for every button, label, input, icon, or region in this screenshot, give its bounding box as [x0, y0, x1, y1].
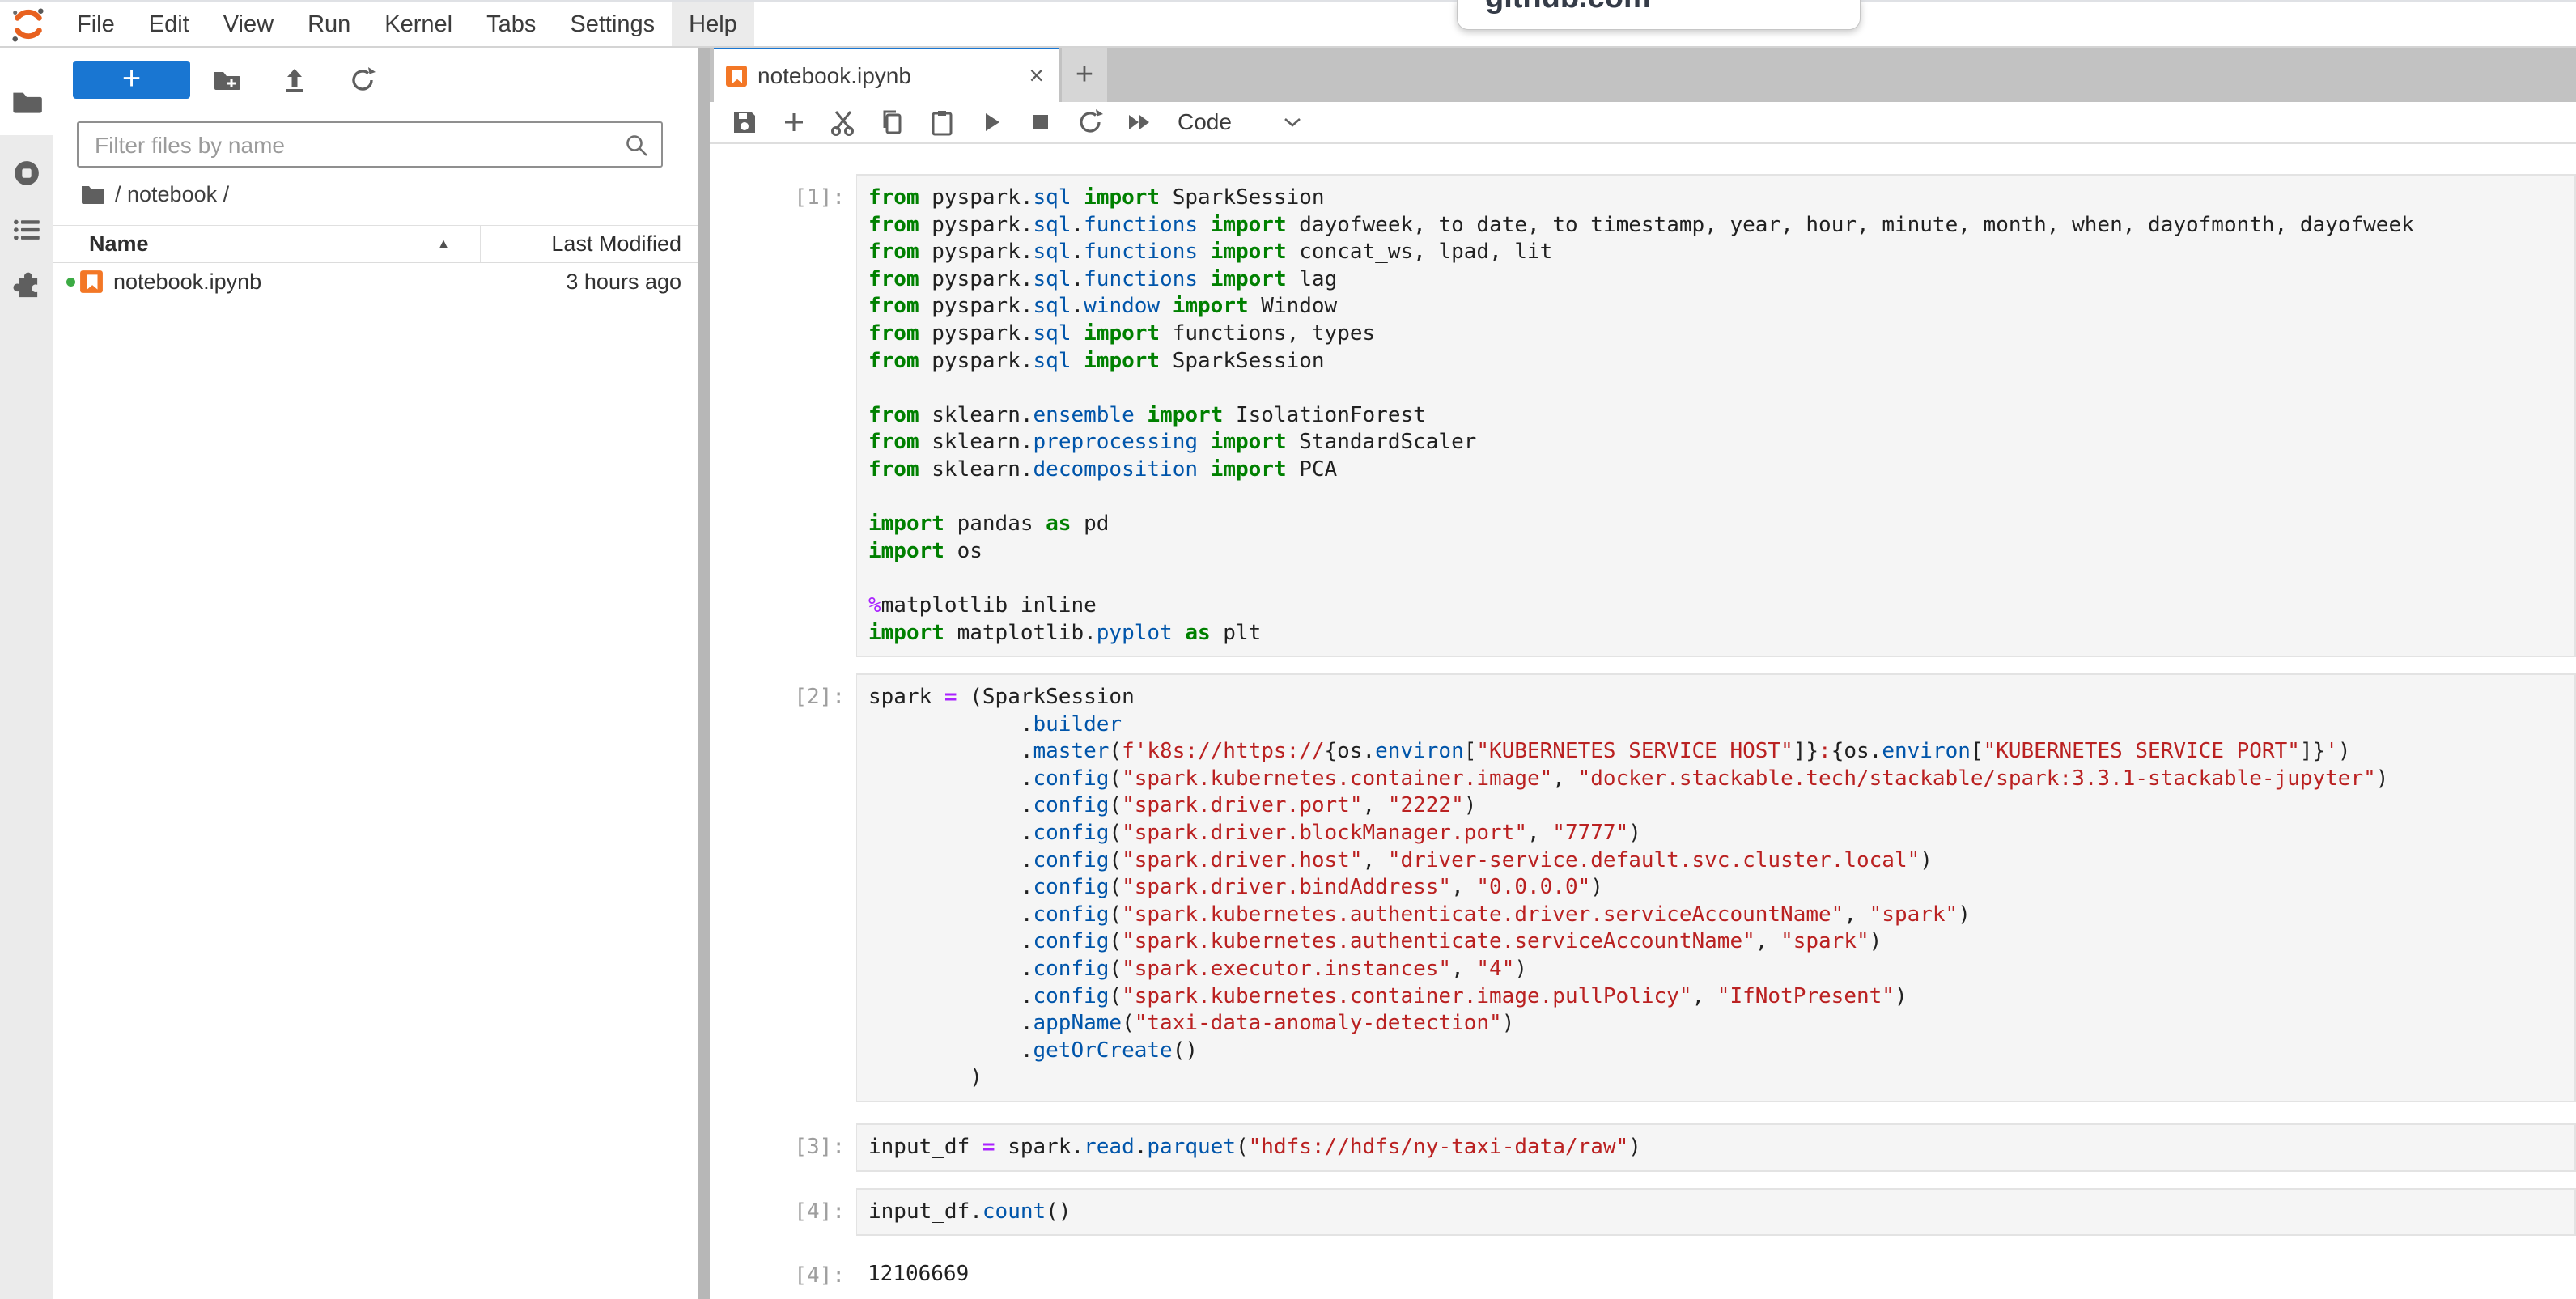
menu-view[interactable]: View [206, 2, 291, 46]
output-prompt: [4]: [710, 1252, 856, 1297]
run-cell-button[interactable] [978, 108, 1005, 136]
fast-forward-icon [1126, 108, 1153, 136]
cell-list: [1]:from pyspark.sql import SparkSession… [710, 174, 2576, 1297]
scissors-icon [830, 108, 857, 136]
paste-icon [928, 108, 956, 136]
code-cell: [2]:spark = (SparkSession .builder .mast… [710, 673, 2576, 1102]
refresh-button[interactable] [348, 66, 377, 95]
cell-editor[interactable]: spark = (SparkSession .builder .master(f… [856, 673, 2576, 1102]
filter-box [77, 121, 663, 168]
sidebar-tab-filebrowser[interactable] [0, 46, 53, 135]
add-cell-button[interactable] [780, 108, 808, 136]
cell-output: 12106669 [856, 1252, 2576, 1297]
file-modified: 3 hours ago [566, 270, 681, 295]
file-row[interactable]: notebook.ipynb 3 hours ago [53, 263, 698, 300]
upload-icon [280, 66, 309, 95]
menu-tabs[interactable]: Tabs [469, 2, 553, 46]
cell-type-value: Code [1178, 109, 1232, 135]
menu-edit[interactable]: Edit [132, 2, 206, 46]
notebook-content: [1]:from pyspark.sql import SparkSession… [710, 144, 2576, 1299]
breadcrumb[interactable]: / notebook / [81, 178, 229, 210]
interrupt-kernel-button[interactable] [1027, 108, 1055, 136]
sort-ascending-icon: ▲ [436, 236, 451, 253]
column-header-modified[interactable]: Last Modified [481, 226, 698, 262]
browser-popup: github.com [1457, 0, 1861, 30]
cell-editor[interactable]: from pyspark.sql import SparkSessionfrom… [856, 174, 2576, 657]
cell-type-dropdown[interactable]: Code [1178, 109, 1303, 135]
cell-editor[interactable]: input_df.count() [856, 1188, 2576, 1237]
file-browser-panel: + [53, 46, 698, 1299]
running-kernels-icon[interactable] [10, 156, 44, 190]
popup-domain-text: github.com [1485, 0, 1860, 15]
menu-kernel[interactable]: Kernel [367, 2, 469, 46]
restart-run-all-button[interactable] [1126, 108, 1153, 136]
menu-run[interactable]: Run [291, 2, 367, 46]
notebook-toolbar: Code [710, 102, 2576, 144]
stop-icon [1027, 108, 1055, 136]
upload-button[interactable] [280, 66, 309, 95]
dock-tab-bar: notebook.ipynb × + [710, 46, 2576, 102]
new-tab-button[interactable]: + [1062, 46, 1107, 102]
input-prompt: [3]: [710, 1123, 856, 1172]
panel-splitter-handle[interactable] [698, 46, 710, 1299]
file-browser-toolbar: + [53, 46, 698, 115]
tab-label: notebook.ipynb [758, 63, 911, 89]
notebook-file-icon [725, 65, 748, 87]
plus-icon [780, 108, 808, 136]
sidebar-strip [0, 135, 53, 1299]
table-of-contents-icon[interactable] [10, 213, 44, 247]
code-cell: [3]:input_df = spark.read.parquet("hdfs:… [710, 1123, 2576, 1172]
paste-cells-button[interactable] [928, 108, 956, 136]
home-folder-icon [81, 184, 105, 205]
column-header-name[interactable]: Name ▲ [53, 226, 481, 262]
kernel-running-dot [66, 278, 75, 287]
jupyterlab-window: FileEditViewRunKernelTabsSettingsHelp gi… [0, 0, 2576, 1299]
file-list-header: Name ▲ Last Modified [53, 225, 698, 263]
restart-kernel-button[interactable] [1076, 108, 1104, 136]
tab-close-icon[interactable]: × [1029, 61, 1044, 91]
output-row: [4]:12106669 [710, 1252, 2576, 1297]
filter-files-input[interactable] [93, 123, 614, 168]
tab-notebook[interactable]: notebook.ipynb × [714, 46, 1059, 102]
cut-cells-button[interactable] [830, 108, 857, 136]
new-folder-icon [212, 66, 241, 95]
extension-manager-puzzle-icon[interactable] [10, 270, 44, 304]
new-folder-button[interactable] [212, 66, 241, 95]
code-cell: [4]:input_df.count() [710, 1188, 2576, 1237]
input-prompt: [2]: [710, 673, 856, 1102]
restart-icon [1076, 108, 1104, 136]
main-dock-panel: notebook.ipynb × + [710, 46, 2576, 1299]
new-launcher-button[interactable]: + [73, 61, 190, 99]
folder-icon [10, 85, 44, 119]
breadcrumb-path: / notebook / [115, 182, 229, 207]
file-name: notebook.ipynb [113, 270, 261, 295]
stackable-logo-icon [10, 6, 47, 43]
plus-icon: + [122, 62, 141, 95]
search-icon [624, 133, 650, 159]
input-prompt: [1]: [710, 174, 856, 657]
code-cell: [1]:from pyspark.sql import SparkSession… [710, 174, 2576, 657]
copy-cells-button[interactable] [879, 108, 906, 136]
notebook-file-icon [79, 270, 104, 294]
refresh-icon [348, 66, 377, 95]
input-prompt: [4]: [710, 1188, 856, 1237]
main-menu-bar: FileEditViewRunKernelTabsSettingsHelp [0, 2, 2576, 48]
menu-help[interactable]: Help [672, 2, 754, 46]
copy-icon [879, 108, 906, 136]
menu-items: FileEditViewRunKernelTabsSettingsHelp [60, 2, 754, 46]
chevron-down-icon [1282, 115, 1303, 129]
cell-editor[interactable]: input_df = spark.read.parquet("hdfs://hd… [856, 1123, 2576, 1172]
save-button[interactable] [731, 108, 758, 136]
menu-settings[interactable]: Settings [553, 2, 672, 46]
menu-file[interactable]: File [60, 2, 132, 46]
file-list: notebook.ipynb 3 hours ago [53, 263, 698, 300]
run-icon [978, 108, 1005, 136]
save-icon [731, 108, 758, 136]
